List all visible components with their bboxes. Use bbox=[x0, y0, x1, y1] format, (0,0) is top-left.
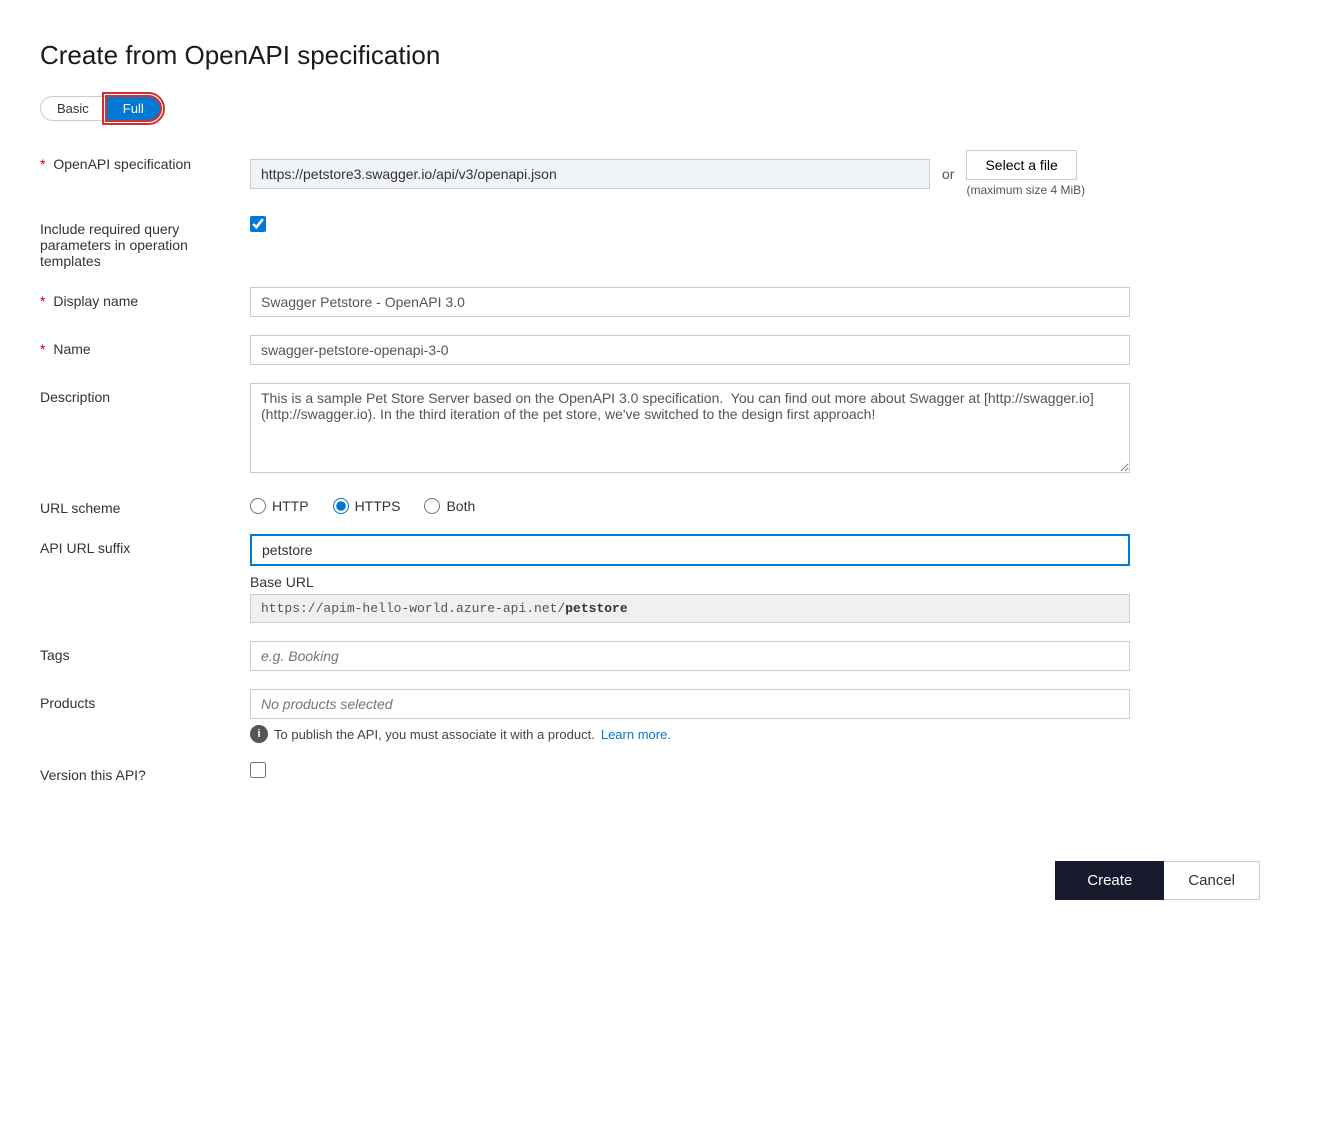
description-row: Description This is a sample Pet Store S… bbox=[40, 383, 1260, 476]
create-button[interactable]: Create bbox=[1055, 861, 1164, 900]
cancel-button[interactable]: Cancel bbox=[1164, 861, 1260, 900]
radio-both[interactable]: Both bbox=[424, 498, 475, 514]
name-row: * Name bbox=[40, 335, 1260, 365]
include-required-label: Include required query parameters in ope… bbox=[40, 215, 250, 269]
api-url-suffix-label: API URL suffix bbox=[40, 534, 250, 556]
footer-row: Create Cancel bbox=[40, 861, 1260, 900]
url-scheme-content: HTTP HTTPS Both bbox=[250, 494, 1260, 514]
checkbox-row bbox=[250, 215, 1260, 232]
name-input[interactable] bbox=[250, 335, 1130, 365]
api-url-suffix-row: API URL suffix Base URL https://apim-hel… bbox=[40, 534, 1260, 623]
openapi-spec-row: * OpenAPI specification or Select a file… bbox=[40, 150, 1260, 197]
description-textarea[interactable]: This is a sample Pet Store Server based … bbox=[250, 383, 1130, 473]
openapi-spec-label: * OpenAPI specification bbox=[40, 150, 250, 172]
display-name-label: * Display name bbox=[40, 287, 250, 309]
base-url-section: Base URL https://apim-hello-world.azure-… bbox=[250, 574, 1260, 623]
description-label: Description bbox=[40, 383, 250, 405]
include-required-row: Include required query parameters in ope… bbox=[40, 215, 1260, 269]
required-star-3: * bbox=[40, 341, 45, 357]
radio-http-input[interactable] bbox=[250, 498, 266, 514]
required-star-2: * bbox=[40, 293, 45, 309]
openapi-spec-content: or Select a file (maximum size 4 MiB) bbox=[250, 150, 1260, 197]
tabs-row: Basic Full bbox=[40, 95, 1260, 122]
products-content: i To publish the API, you must associate… bbox=[250, 689, 1260, 743]
radio-https[interactable]: HTTPS bbox=[333, 498, 401, 514]
display-name-row: * Display name bbox=[40, 287, 1260, 317]
openapi-url-input[interactable] bbox=[250, 159, 930, 189]
display-name-content bbox=[250, 287, 1260, 317]
tab-basic[interactable]: Basic bbox=[40, 96, 105, 121]
radio-both-input[interactable] bbox=[424, 498, 440, 514]
products-input[interactable] bbox=[250, 689, 1130, 719]
tags-label: Tags bbox=[40, 641, 250, 663]
page-container: Create from OpenAPI specification Basic … bbox=[0, 0, 1320, 1133]
form-container: * OpenAPI specification or Select a file… bbox=[40, 150, 1260, 801]
input-with-or: or Select a file (maximum size 4 MiB) bbox=[250, 150, 1260, 197]
or-text: or bbox=[942, 166, 954, 182]
base-url-suffix-bold: petstore bbox=[565, 601, 627, 616]
file-size-note: (maximum size 4 MiB) bbox=[966, 183, 1085, 197]
required-star: * bbox=[40, 156, 45, 172]
version-checkbox[interactable] bbox=[250, 762, 266, 778]
radio-https-input[interactable] bbox=[333, 498, 349, 514]
api-url-suffix-content: Base URL https://apim-hello-world.azure-… bbox=[250, 534, 1260, 623]
description-content: This is a sample Pet Store Server based … bbox=[250, 383, 1260, 476]
page-title: Create from OpenAPI specification bbox=[40, 40, 1260, 71]
version-row: Version this API? bbox=[40, 761, 1260, 783]
select-file-button[interactable]: Select a file bbox=[966, 150, 1076, 180]
products-label: Products bbox=[40, 689, 250, 711]
url-scheme-row: URL scheme HTTP HTTPS Both bbox=[40, 494, 1260, 516]
tags-input[interactable] bbox=[250, 641, 1130, 671]
base-url-box: https://apim-hello-world.azure-api.net/p… bbox=[250, 594, 1130, 623]
include-required-checkbox[interactable] bbox=[250, 216, 266, 232]
include-required-content bbox=[250, 215, 1260, 232]
learn-more-link[interactable]: Learn more. bbox=[601, 727, 671, 742]
api-url-suffix-input[interactable] bbox=[250, 534, 1130, 566]
version-label: Version this API? bbox=[40, 761, 250, 783]
name-label: * Name bbox=[40, 335, 250, 357]
name-content bbox=[250, 335, 1260, 365]
tab-full[interactable]: Full bbox=[105, 95, 162, 122]
url-scheme-options: HTTP HTTPS Both bbox=[250, 494, 1260, 514]
radio-http[interactable]: HTTP bbox=[250, 498, 309, 514]
version-content bbox=[250, 761, 1260, 781]
select-file-section: Select a file (maximum size 4 MiB) bbox=[966, 150, 1085, 197]
base-url-label: Base URL bbox=[250, 574, 1260, 590]
textarea-wrapper: This is a sample Pet Store Server based … bbox=[250, 383, 1130, 476]
url-scheme-label: URL scheme bbox=[40, 494, 250, 516]
products-row: Products i To publish the API, you must … bbox=[40, 689, 1260, 743]
tags-row: Tags bbox=[40, 641, 1260, 671]
info-icon: i bbox=[250, 725, 268, 743]
publish-info-row: i To publish the API, you must associate… bbox=[250, 725, 1260, 743]
display-name-input[interactable] bbox=[250, 287, 1130, 317]
tags-content bbox=[250, 641, 1260, 671]
